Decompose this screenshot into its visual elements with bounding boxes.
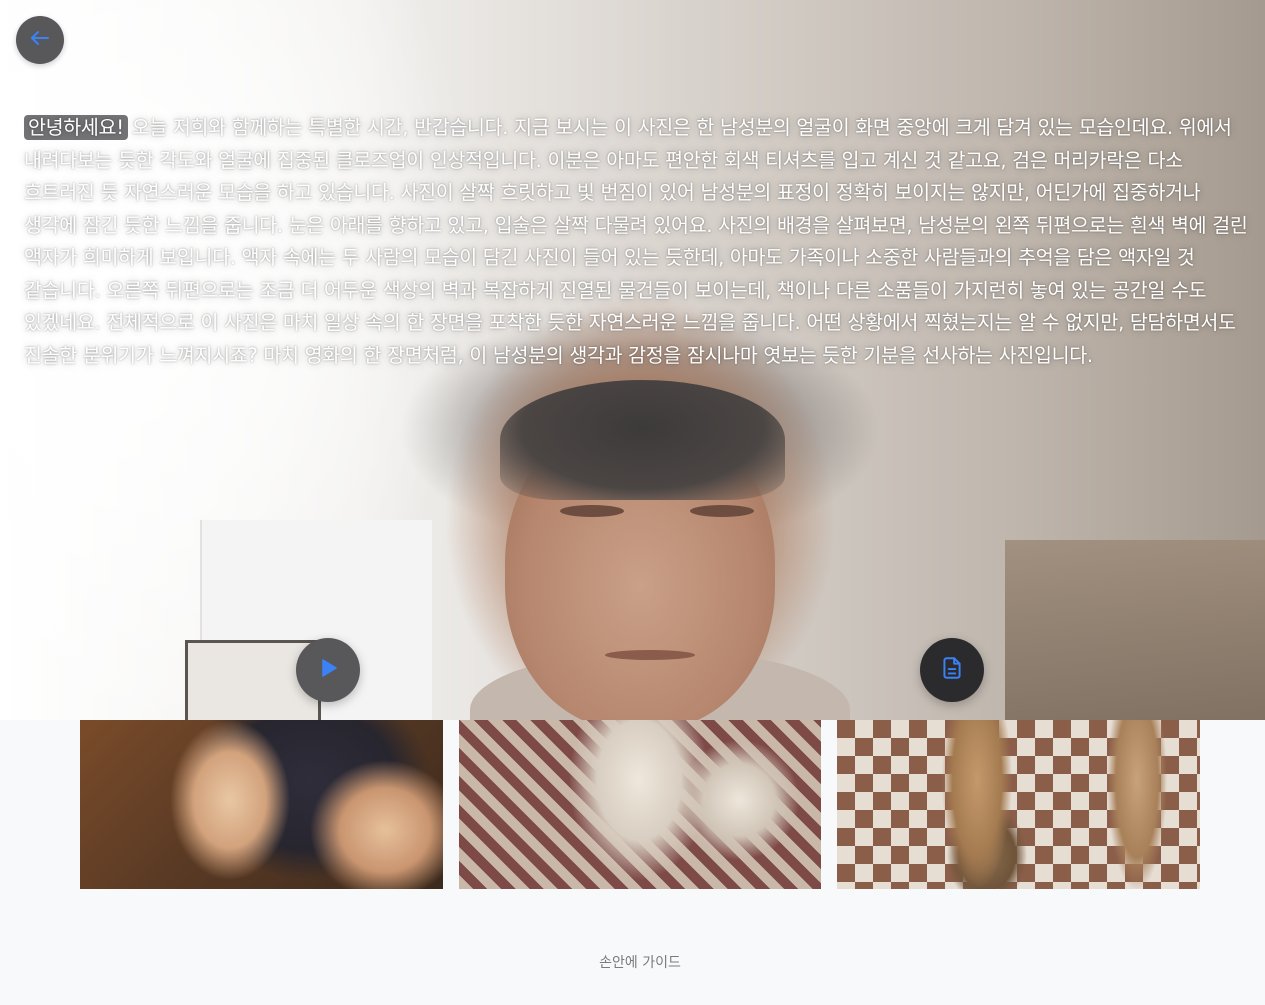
photo-subject-hair	[500, 380, 785, 500]
arrow-left-icon	[28, 26, 52, 54]
photo-background-shelf	[1005, 540, 1265, 720]
photo-subject-eye	[690, 505, 754, 517]
gallery-thumbnail[interactable]	[459, 720, 821, 889]
narration-body: 오늘 저희와 함께하는 특별한 시간, 반갑습니다. 지금 보시는 이 사진은 …	[24, 116, 1248, 367]
photo-subject-eye	[560, 505, 624, 517]
gallery-thumbnail[interactable]	[837, 720, 1200, 889]
narration-highlight: 안녕하세요!	[24, 115, 128, 140]
document-button[interactable]	[920, 638, 984, 702]
play-button[interactable]	[296, 638, 360, 702]
app-screen: 안녕하세요! 오늘 저희와 함께하는 특별한 시간, 반갑습니다. 지금 보시는 …	[0, 0, 1265, 1005]
photo-subject-mouth	[605, 650, 695, 660]
gallery-thumbnail[interactable]	[80, 720, 443, 889]
play-icon	[316, 656, 340, 684]
document-icon	[939, 655, 965, 685]
narration-text: 안녕하세요! 오늘 저희와 함께하는 특별한 시간, 반갑습니다. 지금 보시는 …	[24, 112, 1249, 372]
back-button[interactable]	[16, 16, 64, 64]
guide-footer-link[interactable]: 손안에 가이드	[0, 952, 1265, 972]
